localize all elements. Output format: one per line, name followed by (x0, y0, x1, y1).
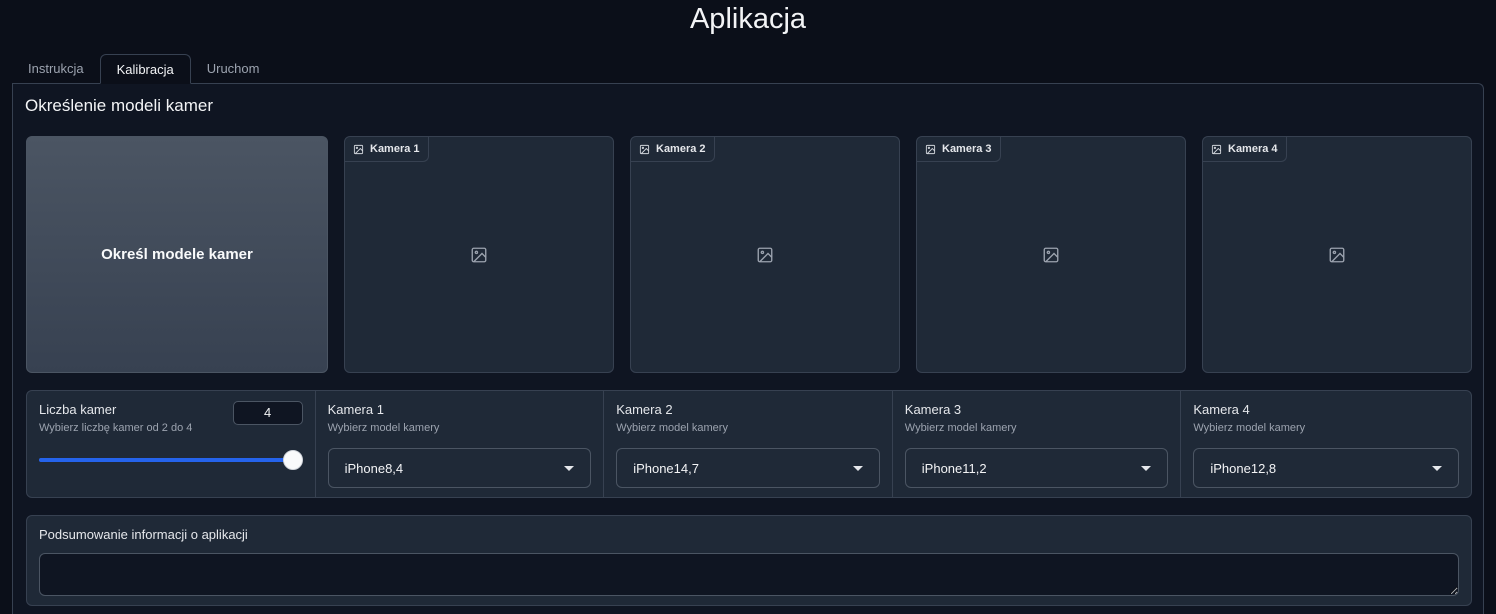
slider-thumb[interactable] (283, 450, 303, 470)
app-title: Aplikacja (689, 3, 807, 35)
chevron-down-icon (852, 465, 863, 471)
dropdown-value: iPhone12,8 (1210, 460, 1277, 476)
dropdown-value: iPhone11,2 (921, 460, 987, 476)
app-summary-block: Podsumowanie informacji o aplikacji (26, 515, 1472, 606)
image-output-camera-3: Kamera 3 (916, 136, 1186, 373)
camera-4-info: Wybierz model kamery (1193, 422, 1306, 434)
chevron-down-icon (1141, 465, 1152, 471)
image-placeholder-icon (1042, 246, 1060, 264)
determine-camera-models-button[interactable]: Określ modele kamer (26, 136, 328, 373)
image-label: Kamera 4 (1203, 137, 1287, 162)
section-title: Określenie modeli kamer (25, 96, 214, 115)
camera-2-info: Wybierz model kamery (616, 422, 728, 434)
image-placeholder-icon (1328, 246, 1346, 264)
camera-4-label: Kamera 4 (1193, 402, 1250, 417)
chevron-down-icon (564, 465, 575, 471)
camera-count-number-input[interactable]: 4 (232, 401, 303, 425)
image-label: Kamera 1 (345, 137, 429, 162)
camera-3-info: Wybierz model kamery (904, 422, 1017, 434)
slider-fill (39, 458, 293, 462)
camera-count-slider[interactable] (39, 450, 303, 470)
image-label-text: Kamera 4 (1228, 143, 1278, 155)
image-output-camera-4: Kamera 4 (1202, 136, 1472, 373)
camera-1-label: Kamera 1 (327, 402, 384, 417)
dropdown-value: iPhone8,4 (344, 460, 404, 476)
image-placeholder-icon (756, 246, 774, 264)
camera-2-model-control: Kamera 2 Wybierz model kamery iPhone14,7 (604, 391, 893, 497)
image-label-text: Kamera 2 (656, 143, 706, 155)
camera-4-model-control: Kamera 4 Wybierz model kamery iPhone12,8 (1181, 391, 1471, 497)
image-label: Kamera 3 (917, 137, 1001, 162)
summary-textarea[interactable] (39, 553, 1459, 596)
tab-uruchom[interactable]: Uruchom (191, 54, 276, 84)
tab-kalibracja[interactable]: Kalibracja (99, 54, 191, 84)
camera-2-label: Kamera 2 (616, 402, 673, 417)
image-placeholder-icon (470, 246, 488, 264)
camera-3-model-dropdown[interactable]: iPhone11,2 (904, 448, 1169, 488)
tab-bar: Instrukcja Kalibracja Uruchom (12, 54, 275, 84)
chevron-down-icon (1431, 465, 1442, 471)
image-icon (1211, 144, 1222, 155)
image-icon (353, 144, 364, 155)
tab-panel-kalibracja: Określenie modeli kamer Określ modele ka… (12, 83, 1484, 614)
camera-3-model-control: Kamera 3 Wybierz model kamery iPhone11,2 (893, 391, 1182, 497)
camera-4-model-dropdown[interactable]: iPhone12,8 (1193, 448, 1459, 488)
camera-1-info: Wybierz model kamery (327, 422, 440, 434)
camera-2-model-dropdown[interactable]: iPhone14,7 (616, 448, 880, 488)
camera-1-model-dropdown[interactable]: iPhone8,4 (327, 448, 592, 488)
camera-count-control: Liczba kamer Wybierz liczbę kamer od 2 d… (27, 391, 316, 497)
tab-instrukcja[interactable]: Instrukcja (12, 54, 100, 84)
image-icon (639, 144, 650, 155)
summary-label: Podsumowanie informacji o aplikacji (39, 527, 248, 542)
dropdown-value: iPhone14,7 (633, 460, 699, 476)
image-output-camera-1: Kamera 1 (344, 136, 614, 373)
camera-1-model-control: Kamera 1 Wybierz model kamery iPhone8,4 (316, 391, 605, 497)
image-output-camera-2: Kamera 2 (630, 136, 900, 373)
camera-3-label: Kamera 3 (904, 402, 962, 417)
camera-settings-row: Liczba kamer Wybierz liczbę kamer od 2 d… (26, 390, 1472, 498)
image-icon (925, 144, 936, 155)
image-label-text: Kamera 3 (942, 143, 992, 155)
image-label: Kamera 2 (631, 137, 715, 162)
image-label-text: Kamera 1 (370, 143, 420, 155)
